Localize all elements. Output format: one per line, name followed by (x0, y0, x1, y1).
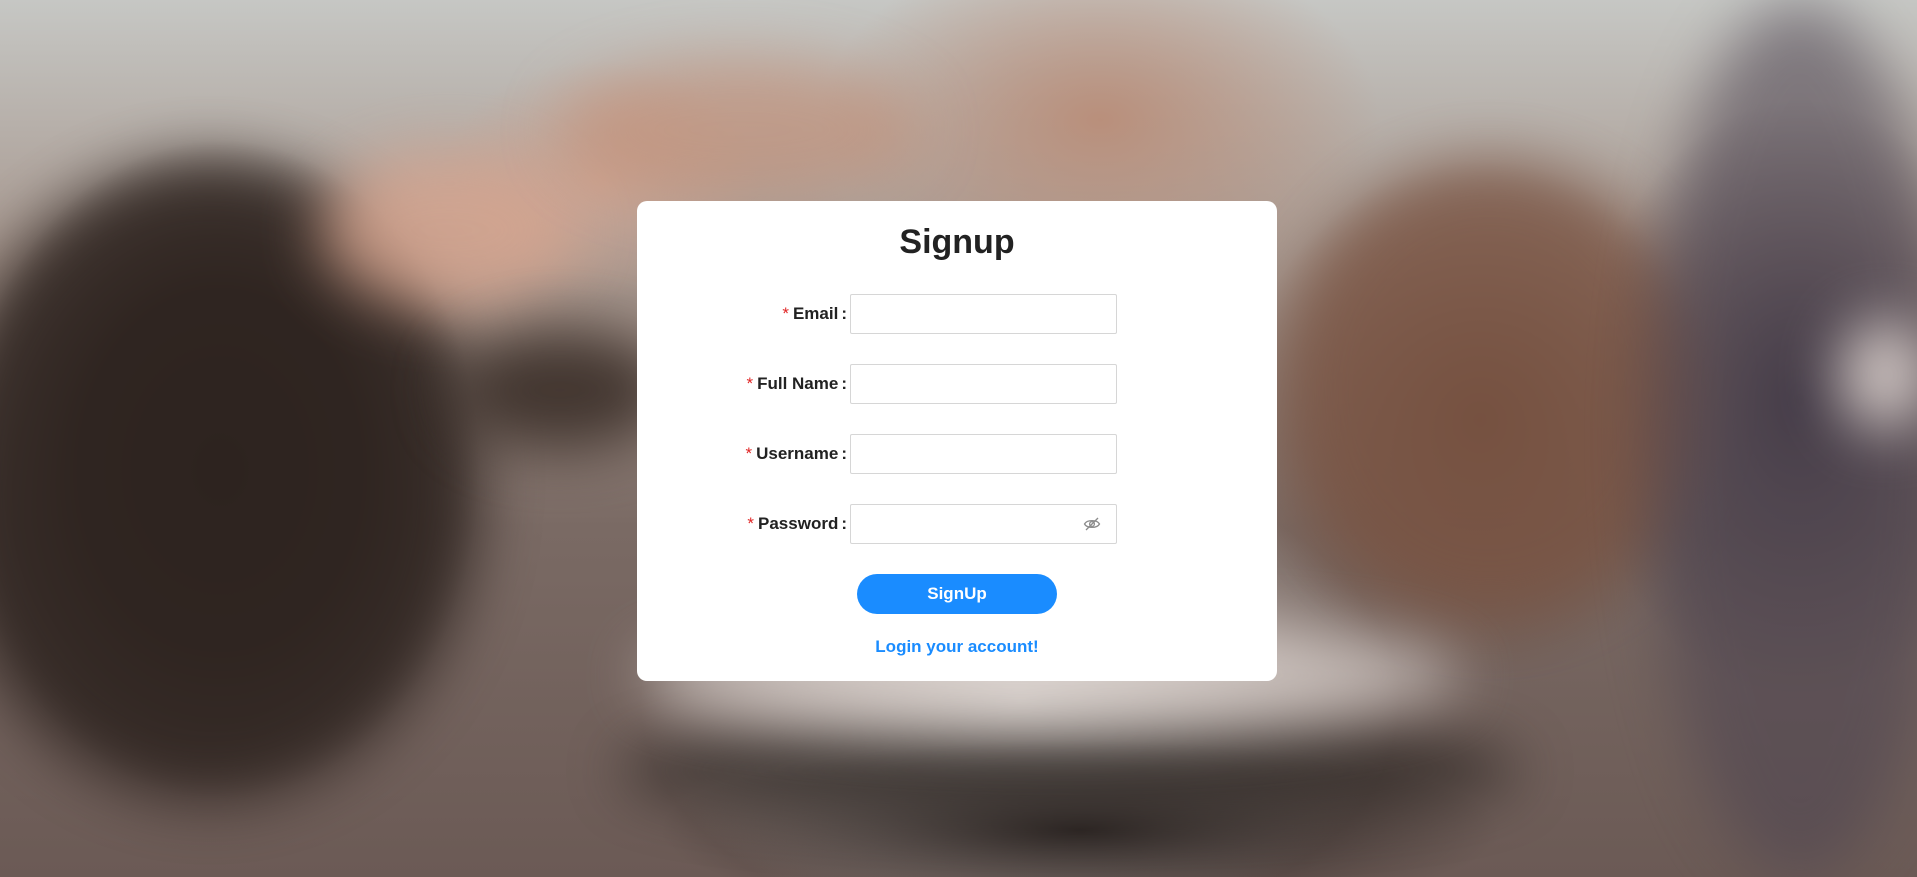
password-field[interactable] (850, 504, 1117, 544)
full-name-row: * Full Name: (637, 364, 1277, 404)
username-label-text: Username (756, 444, 839, 463)
username-label: * Username: (745, 434, 847, 474)
email-field[interactable] (850, 294, 1117, 334)
username-row: * Username: (637, 434, 1277, 474)
email-label: * Email: (782, 294, 847, 334)
email-row: * Email: (637, 294, 1277, 334)
username-field[interactable] (850, 434, 1117, 474)
eye-invisible-icon[interactable] (1083, 515, 1101, 533)
login-link[interactable]: Login your account! (637, 637, 1277, 657)
password-row: * Password: (637, 504, 1277, 544)
full-name-label: * Full Name: (746, 364, 847, 404)
page-title: Signup (899, 223, 1015, 261)
label-colon: : (841, 444, 847, 463)
required-mark: * (782, 304, 789, 323)
signup-card: Signup * Email: * Full Name: * Username: * P… (637, 201, 1277, 681)
label-colon: : (841, 514, 847, 533)
required-mark: * (747, 514, 755, 533)
required-mark: * (745, 444, 753, 463)
label-colon: : (841, 374, 847, 393)
password-label: * Password: (747, 504, 847, 544)
full-name-label-text: Full Name (757, 374, 839, 393)
signup-button[interactable]: SignUp (857, 574, 1057, 614)
label-colon: : (841, 304, 847, 323)
required-mark: * (746, 374, 754, 393)
email-label-text: Email (792, 304, 839, 323)
password-label-text: Password (758, 514, 839, 533)
full-name-field[interactable] (850, 364, 1117, 404)
